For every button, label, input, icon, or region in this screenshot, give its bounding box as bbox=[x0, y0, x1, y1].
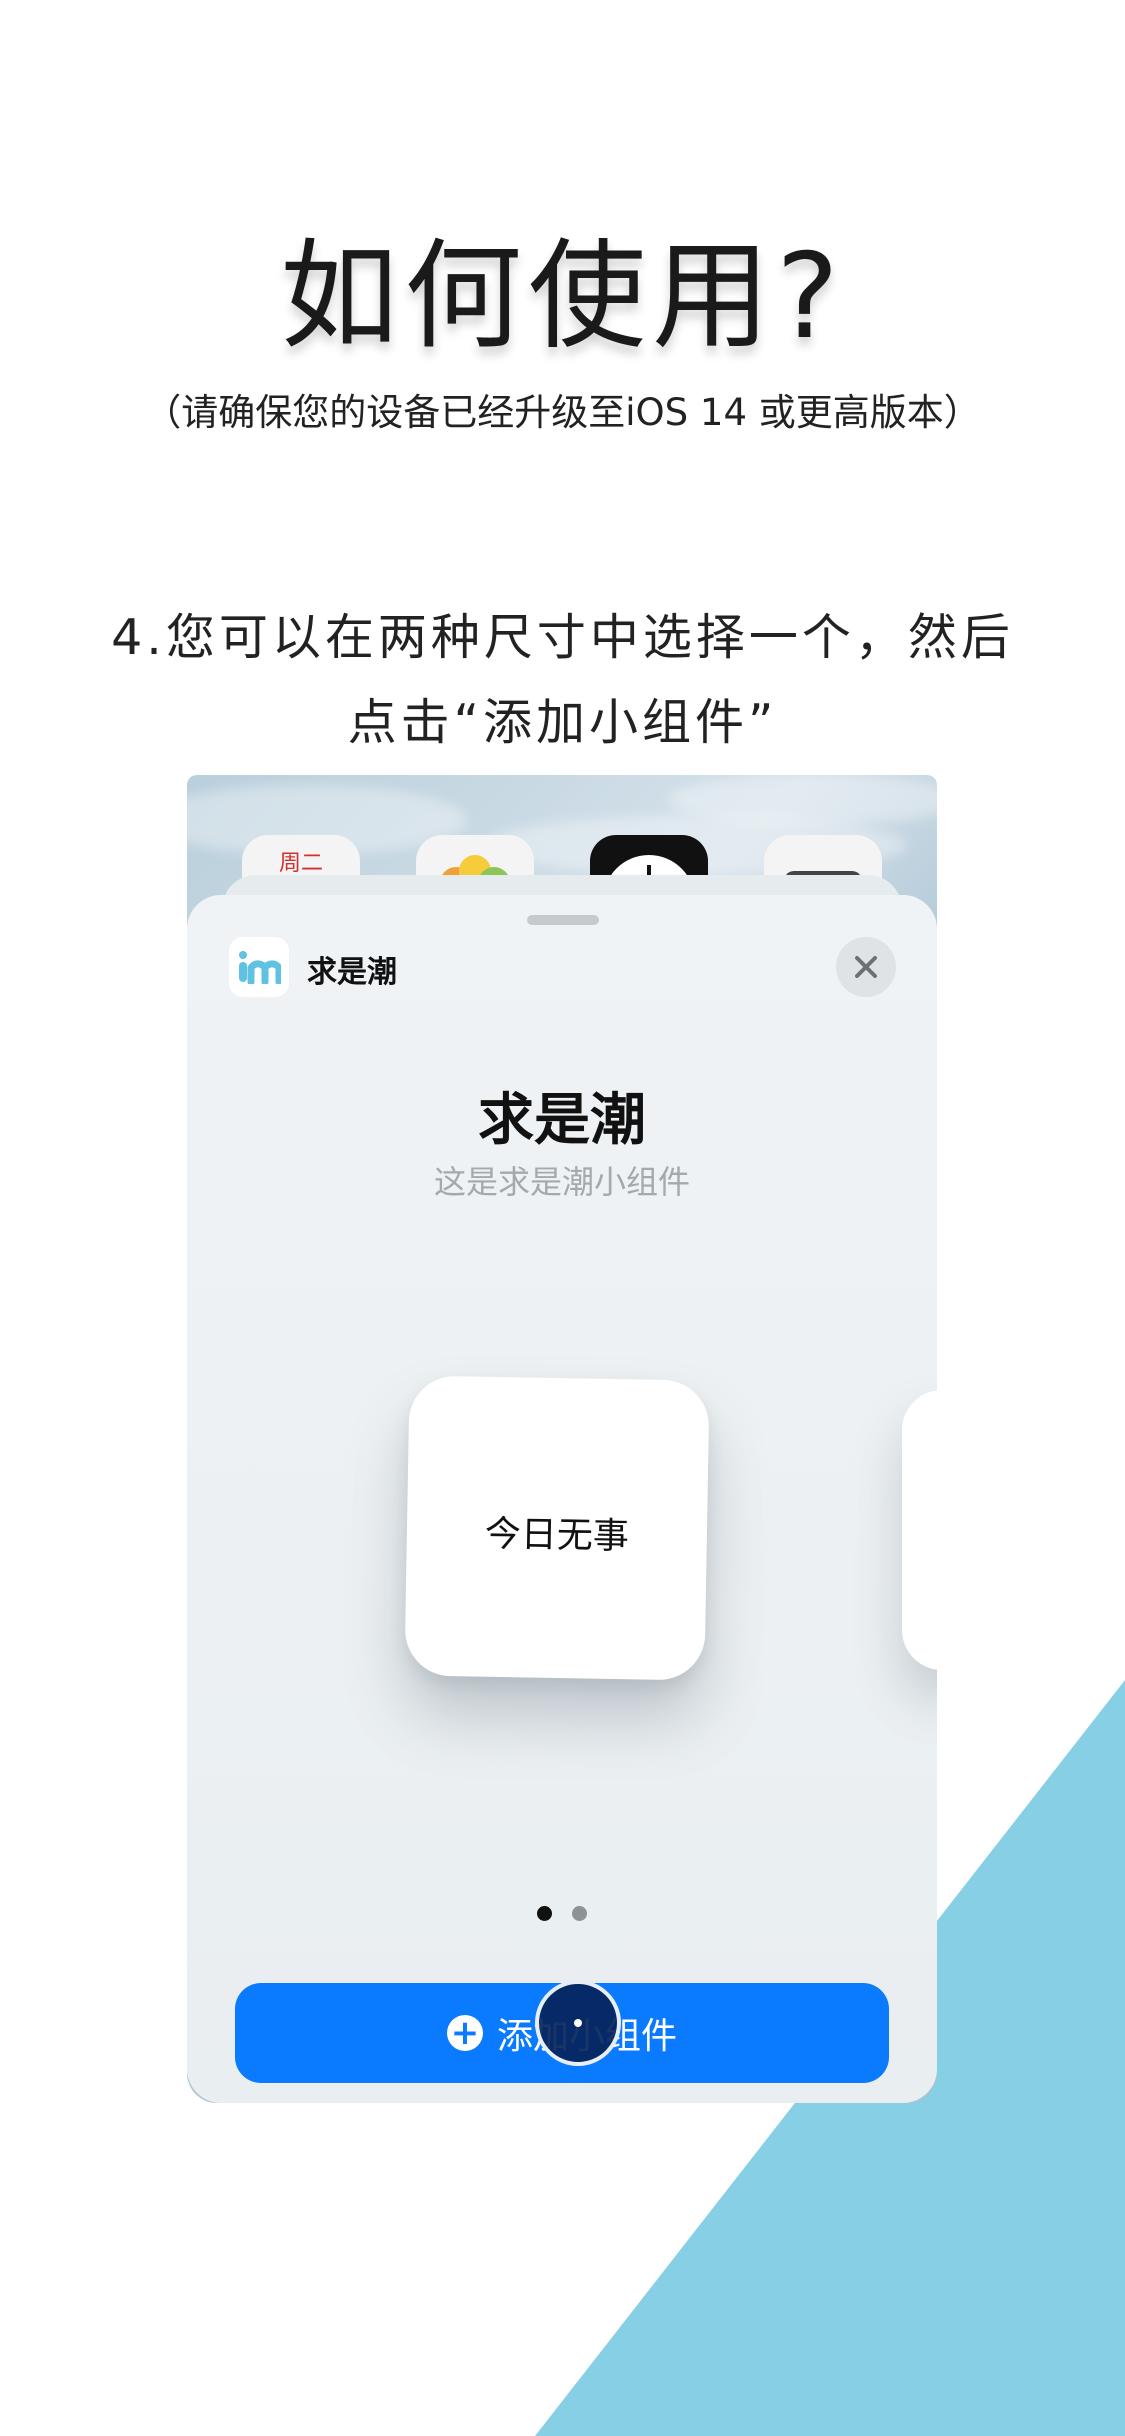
calendar-day-label: 周二 bbox=[278, 851, 323, 876]
widget-title: 求是潮 bbox=[478, 1088, 646, 1153]
widget-gallery-sheet: 求是潮 求是潮 这是求是潮小组件 今日无事 + 添加小组件 bbox=[187, 895, 937, 2103]
close-icon bbox=[855, 956, 877, 978]
page-dot[interactable] bbox=[572, 1906, 587, 1921]
step-instruction: 4.您可以在两种尺寸中选择一个，然后 点击“添加小组件” bbox=[100, 595, 1025, 765]
step-line-1: 4.您可以在两种尺寸中选择一个，然后 bbox=[111, 609, 1014, 666]
app-logo-icon bbox=[229, 937, 289, 997]
widget-description: 这是求是潮小组件 bbox=[433, 1163, 690, 1201]
close-button[interactable] bbox=[836, 937, 896, 997]
sheet-grabber[interactable] bbox=[527, 915, 599, 925]
widget-content-text: 今日无事 bbox=[484, 1513, 630, 1558]
page-subtitle: （请确保您的设备已经升级至iOS 14 或更高版本） bbox=[144, 391, 981, 434]
app-name: 求是潮 bbox=[307, 955, 397, 990]
page-title: 如何使用? bbox=[280, 227, 845, 365]
medium-widget-preview[interactable] bbox=[902, 1390, 937, 1670]
phone-screenshot: 周二 求是潮 求是潮 这是求是潮小组件 今日无事 + bbox=[187, 775, 937, 2103]
step-line-2: 点击“添加小组件” bbox=[347, 694, 778, 751]
touch-indicator bbox=[535, 1980, 621, 2066]
small-widget-preview[interactable]: 今日无事 bbox=[404, 1375, 710, 1681]
page-dot-active[interactable] bbox=[537, 1906, 552, 1921]
plus-circle-icon: + bbox=[446, 2015, 483, 2051]
